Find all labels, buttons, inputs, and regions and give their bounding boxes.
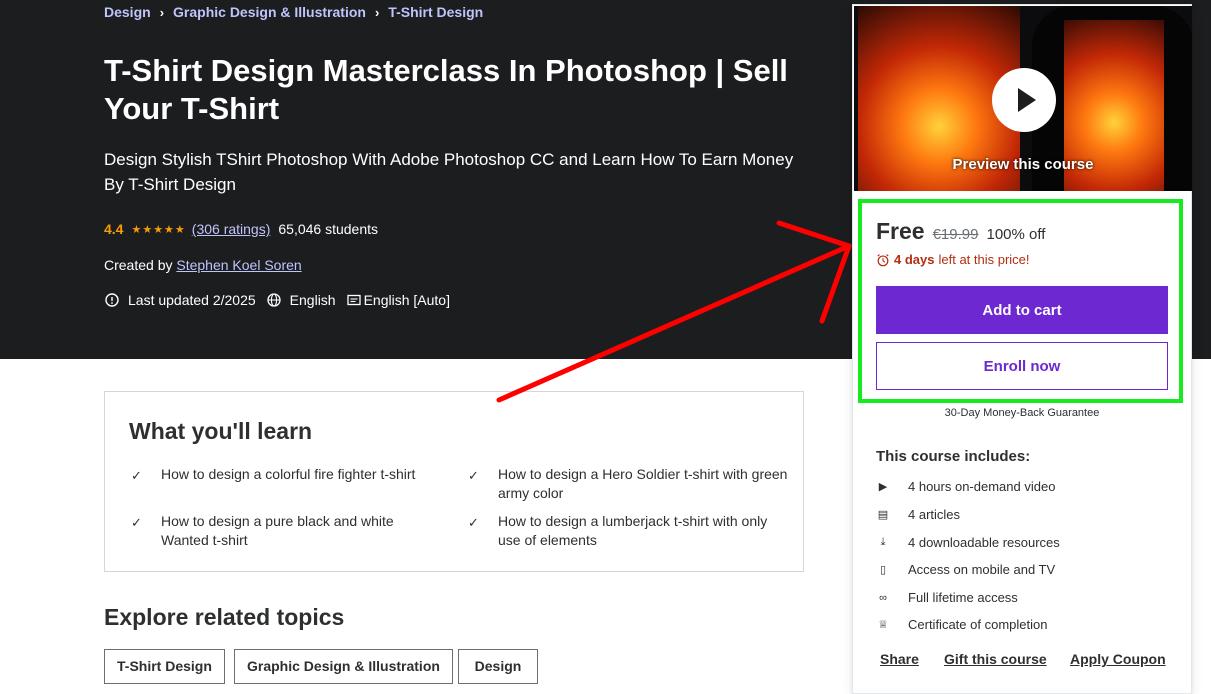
play-icon[interactable] (992, 68, 1056, 132)
include-item: ⤓ 4 downloadable resources (876, 535, 1060, 550)
topic-tag[interactable]: Graphic Design & Illustration (234, 649, 453, 684)
highlight-box (858, 199, 1183, 403)
include-text: Access on mobile and TV (908, 562, 1056, 577)
include-item: ∞ Full lifetime access (876, 590, 1018, 605)
learn-item: How to design a pure black and white Wan… (161, 513, 394, 548)
captions-icon (346, 294, 361, 306)
check-icon: ✓ (468, 468, 479, 483)
article-icon: ▤ (877, 509, 889, 521)
includes-title: This course includes: (876, 448, 1031, 465)
course-title: T-Shirt Design Masterclass In Photoshop … (104, 53, 788, 126)
last-updated-text: Last updated 2/2025 (128, 292, 256, 308)
created-by-label: Created by (104, 257, 173, 273)
learn-item: How to design a Hero Soldier t-shirt wit… (498, 466, 788, 501)
captions-text: English [Auto] (363, 292, 450, 308)
learn-item: How to design a lumberjack t-shirt with … (498, 513, 768, 548)
include-text: 4 articles (908, 507, 961, 522)
mobile-icon: ▯ (879, 564, 887, 576)
infinity-icon: ∞ (879, 591, 887, 604)
check-icon: ✓ (468, 515, 479, 530)
money-back-guarantee: 30-Day Money-Back Guarantee (944, 407, 1100, 419)
captions: English [Auto] (346, 292, 450, 308)
include-item: ▤ 4 articles (876, 507, 960, 522)
topic-tag[interactable]: Design (458, 649, 538, 684)
students-count: 65,046 students (278, 221, 379, 237)
created-by: Created by Stephen Koel Soren (104, 257, 302, 273)
download-icon: ⤓ (880, 536, 886, 548)
include-item: ♕ Certificate of completion (876, 617, 1047, 632)
gift-course-link[interactable]: Gift this course (944, 651, 1047, 667)
rating-row: 4.4 ★★★★★ (306 ratings) 65,046 students (104, 221, 378, 237)
author-link[interactable]: Stephen Koel Soren (176, 257, 301, 273)
include-text: Certificate of completion (908, 617, 1048, 632)
what-you-learn: What you'll learn ✓ How to design a colo… (104, 391, 804, 572)
course-subtitle: Design Stylish TShirt Photoshop With Ado… (104, 150, 794, 194)
check-icon: ✓ (131, 515, 142, 530)
course-meta: Last updated 2/2025 English English [Aut… (104, 292, 460, 308)
star-rating-icon: ★★★★★ (131, 223, 186, 236)
related-heading: Explore related topics (104, 604, 345, 630)
preview-label: Preview this course (952, 156, 1094, 173)
breadcrumb-tshirt-design[interactable]: T-Shirt Design (388, 4, 483, 20)
language: English (266, 292, 336, 308)
breadcrumb: Design › Graphic Design & Illustration ›… (104, 4, 483, 20)
last-updated: Last updated 2/2025 (104, 292, 256, 308)
breadcrumb-design[interactable]: Design (104, 4, 151, 20)
ratings-count-link[interactable]: (306 ratings) (192, 221, 271, 237)
include-text: 4 hours on-demand video (908, 479, 1056, 494)
learn-heading: What you'll learn (129, 418, 313, 444)
learn-item: How to design a colorful fire fighter t-… (161, 466, 416, 482)
rating-value: 4.4 (104, 221, 124, 237)
trophy-icon: ♕ (878, 619, 888, 631)
alert-badge-icon (105, 293, 119, 307)
topic-tag[interactable]: T-Shirt Design (104, 649, 225, 684)
include-text: 4 downloadable resources (908, 535, 1060, 550)
globe-icon (267, 293, 281, 307)
chevron-right-icon: › (374, 4, 380, 20)
course-preview[interactable]: Preview this course (854, 6, 1192, 191)
check-icon: ✓ (131, 468, 142, 483)
apply-coupon-link[interactable]: Apply Coupon (1070, 651, 1166, 667)
include-item: ▶ 4 hours on-demand video (876, 479, 1056, 494)
language-text: English (289, 292, 336, 308)
share-link[interactable]: Share (880, 651, 919, 667)
include-item: ▯ Access on mobile and TV (876, 562, 1055, 577)
include-text: Full lifetime access (908, 590, 1018, 605)
video-icon: ▶ (878, 481, 888, 493)
chevron-right-icon: › (159, 4, 165, 20)
breadcrumb-graphic-design[interactable]: Graphic Design & Illustration (173, 4, 366, 20)
